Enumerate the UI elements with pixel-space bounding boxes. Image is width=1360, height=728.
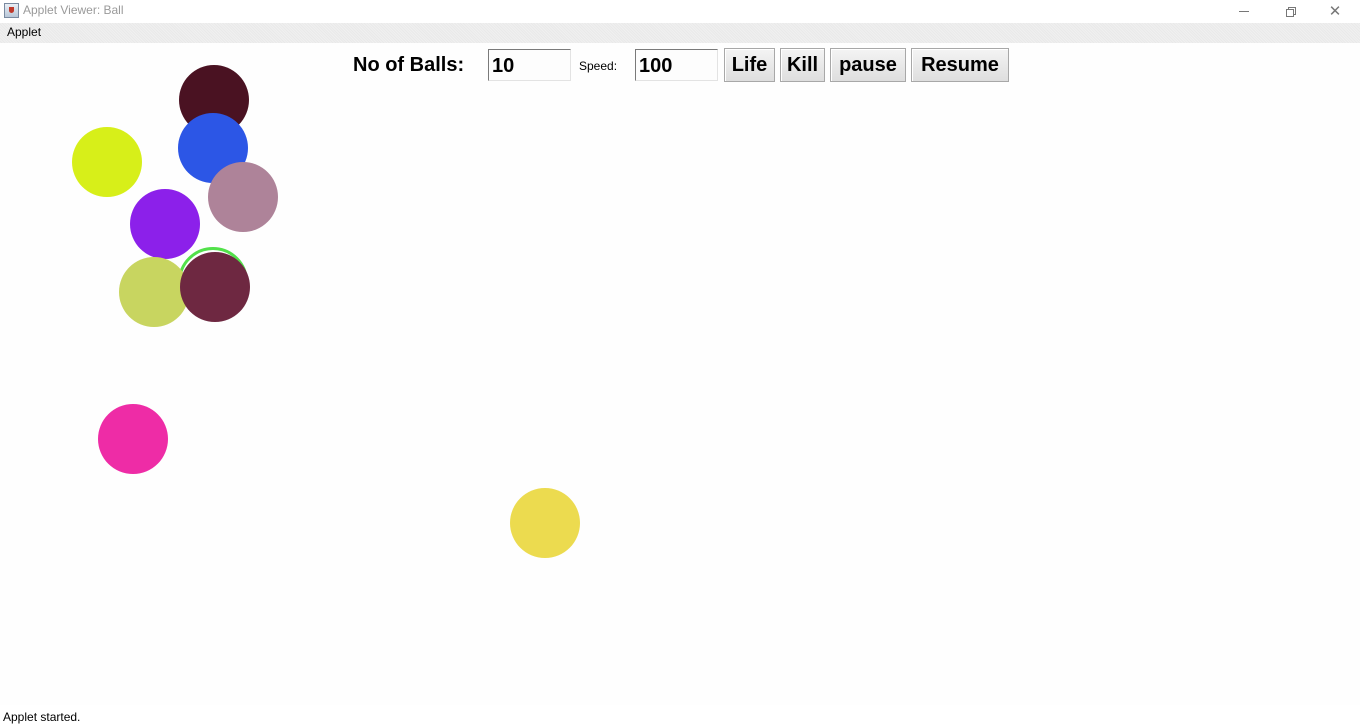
life-button[interactable]: Life — [724, 48, 775, 82]
minimize-button[interactable] — [1221, 0, 1267, 22]
minimize-icon — [1239, 10, 1249, 12]
menu-applet[interactable]: Applet — [7, 25, 41, 39]
applet-viewer-window: Applet Viewer: Ball ✕ Applet No of Balls… — [0, 0, 1360, 728]
ball — [208, 162, 278, 232]
applet-canvas: No of Balls: Speed: Life Kill pause Resu… — [0, 43, 1360, 705]
ball — [72, 127, 142, 197]
menu-bar: Applet — [0, 23, 1360, 43]
maximize-button[interactable] — [1267, 0, 1313, 22]
restore-icon — [1285, 6, 1296, 17]
ball — [180, 252, 250, 322]
resume-button[interactable]: Resume — [911, 48, 1009, 82]
close-icon: ✕ — [1328, 1, 1342, 20]
java-cup-icon — [4, 3, 19, 18]
window-title: Applet Viewer: Ball — [23, 3, 124, 17]
ball — [98, 404, 168, 474]
ball — [119, 257, 189, 327]
balls-count-input[interactable] — [488, 49, 571, 81]
speed-label: Speed: — [579, 59, 618, 73]
ball — [130, 189, 200, 259]
ball — [510, 488, 580, 558]
close-button[interactable]: ✕ — [1312, 0, 1358, 22]
speed-input[interactable] — [635, 49, 718, 81]
balls-count-label: No of Balls: — [353, 54, 465, 76]
title-bar: Applet Viewer: Ball ✕ — [0, 0, 1360, 23]
status-bar: Applet started. — [0, 705, 1360, 728]
status-text: Applet started. — [3, 710, 81, 724]
pause-button[interactable]: pause — [830, 48, 906, 82]
kill-button[interactable]: Kill — [780, 48, 825, 82]
